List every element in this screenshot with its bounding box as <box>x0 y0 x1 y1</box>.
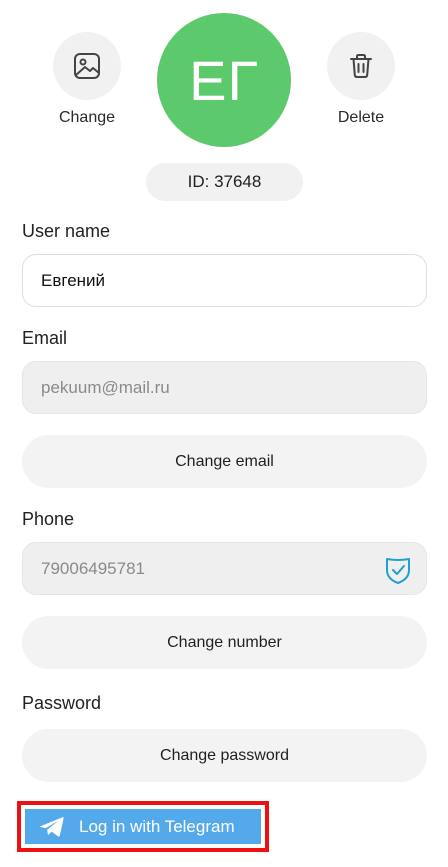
phone-label: Phone <box>22 509 75 529</box>
change-email-button[interactable]: Change email <box>22 435 427 488</box>
telegram-login-label: Log in with Telegram <box>79 816 235 836</box>
delete-photo-label: Delete <box>337 109 385 126</box>
trash-icon <box>350 54 372 78</box>
delete-photo-circle[interactable] <box>327 32 395 100</box>
username-field[interactable]: Евгений <box>22 254 427 307</box>
shield-check-icon <box>386 558 410 584</box>
username-value: Евгений <box>41 270 106 290</box>
change-password-button[interactable]: Change password <box>22 729 427 782</box>
image-icon <box>74 53 100 79</box>
username-label: User name <box>22 221 111 241</box>
delete-photo-button[interactable]: Delete <box>316 32 406 127</box>
email-label: Email <box>22 328 68 348</box>
change-photo-label: Change <box>58 109 116 126</box>
avatar-initials: ЕГ <box>189 48 259 112</box>
telegram-plane-icon <box>39 816 65 838</box>
change-photo-button[interactable]: Change <box>42 32 132 127</box>
telegram-highlight-frame: Log in with Telegram <box>17 801 269 852</box>
phone-value: 79006495781 <box>41 558 146 578</box>
avatar-section: Change ЕГ Delete <box>0 12 448 147</box>
telegram-login-button[interactable]: Log in with Telegram <box>25 809 261 844</box>
change-photo-circle[interactable] <box>53 32 121 100</box>
phone-field: 79006495781 <box>22 542 427 595</box>
user-id-badge: ID: 37648 <box>146 163 303 201</box>
email-field: pekuum@mail.ru <box>22 361 427 414</box>
password-label: Password <box>22 693 102 713</box>
avatar: ЕГ <box>157 13 291 147</box>
email-value: pekuum@mail.ru <box>41 377 170 397</box>
change-number-button[interactable]: Change number <box>22 616 427 669</box>
